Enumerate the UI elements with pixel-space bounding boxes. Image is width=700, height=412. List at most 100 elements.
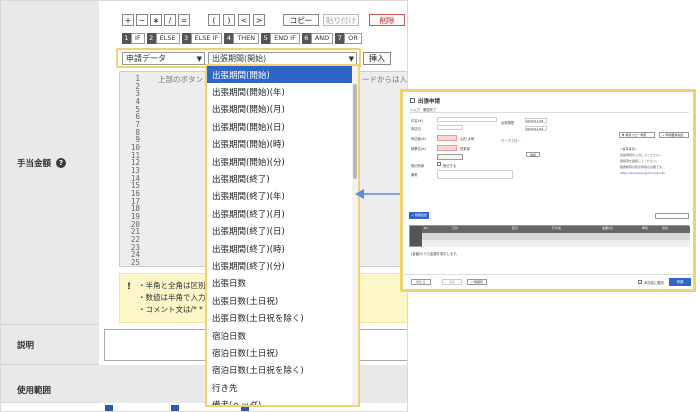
kw-num: 4 [224, 32, 234, 44]
dept-name: 営業部 [460, 147, 470, 151]
else-if-button[interactable]: ELSE IF [190, 32, 223, 44]
or-button[interactable]: OR [344, 32, 362, 44]
applicant-input[interactable] [437, 135, 457, 141]
th: 行き先 [552, 226, 562, 230]
dropdown-option[interactable]: 出張期間(開始)(年) [207, 83, 353, 100]
else-button[interactable]: ELSE [155, 32, 180, 44]
dropdown-option[interactable]: 出張期間(終了)(月) [207, 205, 353, 222]
subject-input[interactable] [437, 117, 497, 122]
field-label: 申請日 [411, 127, 421, 131]
dropdown-option[interactable]: 出張期間(開始)(分) [207, 153, 353, 170]
chevron-down-icon: ▼ [196, 54, 202, 63]
confirm-label: 申請前に確認 [644, 281, 664, 285]
dropdown-option[interactable]: 出張期間(開始)(日) [207, 118, 353, 135]
insert-button[interactable]: 挿入 [363, 52, 391, 65]
dropdown-option[interactable]: 出張期間(開始)(時) [207, 136, 353, 153]
dropdown-option[interactable]: 出張期間(終了)(日) [207, 223, 353, 240]
draft-button[interactable]: 一時保存 [467, 279, 487, 285]
confirm-checkbox[interactable] [638, 280, 642, 284]
editor-line1-right-text: ードからは入 [362, 75, 407, 84]
th: 金額(円) [602, 226, 614, 230]
chevron-down-icon: ▼ [348, 54, 354, 63]
equals-button[interactable]: = [178, 14, 190, 26]
stay-checkbox[interactable] [437, 162, 441, 166]
less-than-button[interactable]: < [238, 14, 250, 26]
flow-ref-button[interactable]: ▼ 承認フロー参照 [619, 132, 655, 138]
dropdown-option[interactable]: 出張期間(終了)(年) [207, 188, 353, 205]
scrollbar-thumb[interactable] [353, 84, 357, 179]
dropdown-option[interactable]: 行き先 [207, 379, 353, 396]
field-select-value: 出張期間(開始) [212, 54, 267, 63]
and-button[interactable]: AND [310, 32, 334, 44]
note-line: ・コメント文は/* * [138, 305, 203, 314]
submit-button[interactable]: 申請 [669, 278, 691, 286]
allowance-label-cell: 手当金額 ? [1, 1, 99, 325]
dropdown-option-selected[interactable]: 出張期間(開始) [207, 66, 353, 84]
table-footer: (金額)のうち金額を表示します。 [411, 252, 460, 256]
th: No [424, 226, 429, 230]
panel-title: 出張申請 [418, 99, 441, 105]
detail-table: No 日付 区分 行き先 金額(円) 単位 合計 [409, 225, 690, 247]
warning-icon: ! [127, 282, 132, 292]
dropdown-scrollbar[interactable] [352, 66, 358, 405]
field-label: 宿泊有無 [411, 164, 425, 168]
trip-application-preview: 出張申請 1.入力 確認完了 件名(※) 申請日 申請者(※) 山田 太郎 部署… [400, 89, 696, 292]
close-paren-button[interactable]: ) [223, 14, 235, 26]
scope-label: 使用範囲 [17, 385, 52, 396]
dropdown-option[interactable]: 出張日数 [207, 275, 353, 292]
guide-link[interactable]: https://example.jp/docs/guide [620, 170, 665, 176]
minus-button[interactable]: − [136, 14, 148, 26]
dropdown-option[interactable]: 出張期間(終了) [207, 170, 353, 187]
stay-label: 宿泊する [443, 164, 457, 168]
dropdown-option[interactable]: 宿泊日数(土日祝) [207, 344, 353, 361]
if-button[interactable]: IF [131, 32, 145, 44]
help-icon[interactable]: ? [56, 157, 67, 168]
settings-button[interactable] [655, 213, 689, 219]
multiply-button[interactable]: ∗ [150, 14, 162, 26]
keyword-toolbar: 1 IF 2 ELSE 3 ELSE IF 4 THEN 5 END IF 6 AND 7O… [122, 32, 407, 44]
save-button[interactable]: 保存 [442, 279, 462, 285]
dropdown-option[interactable]: 備考(ヘッダ) [207, 396, 353, 405]
end-if-button[interactable]: END IF [270, 32, 300, 44]
dropdown-option[interactable]: 出張日数(土日祝を除く) [207, 309, 353, 326]
dropdown-options: 出張期間(開始) 出張期間(開始)(年) 出張期間(開始)(月) 出張期間(開始… [207, 66, 353, 405]
field-label: 件名(※) [411, 119, 423, 123]
th: 単位 [642, 226, 649, 230]
category-select[interactable]: 申請データ ▼ [122, 52, 205, 65]
applicant-name: 山田 太郎 [460, 137, 475, 141]
dropdown-option[interactable]: 出張日数(土日祝) [207, 292, 353, 309]
close-button[interactable]: 閉じる [411, 279, 431, 285]
dropdown-option[interactable]: 宿泊日数 [207, 327, 353, 344]
dept-input[interactable] [437, 145, 457, 151]
date-input[interactable] [437, 125, 463, 130]
remarks-input[interactable] [437, 170, 513, 179]
copy-button[interactable]: コピー [283, 14, 319, 26]
divide-button[interactable]: / [164, 14, 176, 26]
then-button[interactable]: THEN [233, 32, 260, 44]
field-label: 申請者(※) [411, 137, 427, 141]
paste-button[interactable]: 貼り付け [323, 14, 359, 26]
editor-line1-text: 上部のボタン [158, 75, 203, 84]
dropdown-option[interactable]: 出張期間(終了)(時) [207, 240, 353, 257]
kw-num: 3 [181, 32, 191, 44]
element-button[interactable]: + 申請要素指定 [659, 132, 689, 138]
add-detail-button[interactable]: + 明細追加 [409, 212, 429, 219]
dropdown-option[interactable]: 出張期間(終了)(分) [207, 257, 353, 274]
open-paren-button[interactable]: ( [208, 14, 220, 26]
th: 日付 [452, 226, 459, 230]
note-line: ・半角と全角は区別 [138, 281, 206, 290]
delete-button[interactable]: 削除 [369, 14, 405, 26]
approve-button[interactable]: 承認 [526, 152, 540, 157]
line-numbers: 1 2 3 4 5 6 7 8 9 10 11 12 13 14 15 16 17 18 19 20 21 22 23 24 2… [130, 74, 140, 268]
description-label-cell: 説明 [1, 325, 99, 365]
workflow-label: ワークフロー [501, 139, 521, 143]
allowance-label: 手当金額 [17, 158, 52, 169]
kw-num: 6 [301, 32, 311, 44]
dropdown-option[interactable]: 出張期間(開始)(月) [207, 101, 353, 118]
end-date[interactable]: 2020/11/20 [525, 126, 547, 131]
dropdown-option[interactable]: 宿泊日数(土日祝を除く) [207, 362, 353, 379]
kw-num: 2 [146, 32, 156, 44]
plus-button[interactable]: + [122, 14, 134, 26]
start-date[interactable]: 2020/11/18 [525, 118, 547, 123]
greater-than-button[interactable]: > [253, 14, 265, 26]
